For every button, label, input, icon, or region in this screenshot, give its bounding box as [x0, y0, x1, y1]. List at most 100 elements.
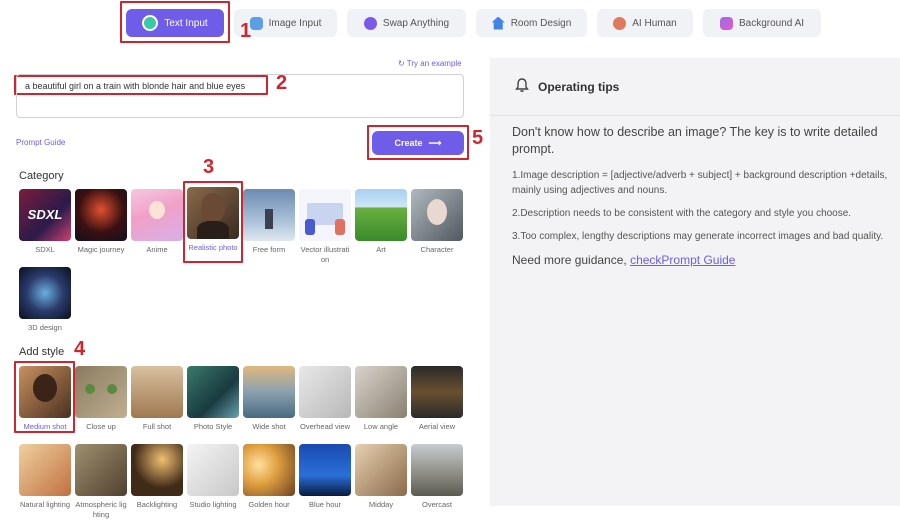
style-item-full-shot[interactable]: Full shot: [131, 366, 183, 432]
anime-thumbnail: [131, 189, 183, 241]
swap-icon: [363, 16, 377, 30]
category-label: Character: [420, 245, 454, 254]
style-item-wide-shot[interactable]: Wide shot: [243, 366, 295, 432]
style-item-blue-hour[interactable]: Blue hour: [299, 444, 351, 510]
style-label: Close up: [86, 422, 116, 431]
style-item-photo-style[interactable]: Photo Style: [187, 366, 239, 432]
style-item-medium-shot[interactable]: Medium shot: [19, 366, 71, 432]
backlighting-thumbnail: [131, 444, 183, 496]
style-item-natural-lighting[interactable]: Natural lighting: [19, 444, 71, 510]
style-label: Golden hour: [248, 500, 290, 509]
style-label: Wide shot: [252, 422, 286, 431]
blue-hour-thumbnail: [299, 444, 351, 496]
overcast-thumbnail: [411, 444, 463, 496]
annotation-4: 4: [74, 338, 86, 360]
category-item-art[interactable]: Art: [355, 189, 407, 255]
photo-style-thumbnail: [187, 366, 239, 418]
tips-lead: Don't know how to describe an image? The…: [512, 125, 878, 156]
create-label: Create: [394, 138, 423, 148]
try-example-link[interactable]: ↻ Try an example: [398, 59, 462, 68]
image-input-icon: [249, 16, 263, 30]
try-example-label: Try an example: [406, 59, 462, 68]
style-label: Atmospheric lighting: [75, 500, 127, 519]
tab-label: Image Input: [268, 17, 322, 29]
overhead-view-thumbnail: [299, 366, 351, 418]
style-title: Add style: [19, 346, 65, 358]
create-button[interactable]: Create ⟶: [372, 131, 464, 155]
natural-lighting-thumbnail: [19, 444, 71, 496]
style-label: Aerial view: [418, 422, 456, 431]
tab-text-input[interactable]: Text Input: [126, 9, 224, 37]
character-thumbnail: [411, 189, 463, 241]
style-label: Natural lighting: [19, 500, 71, 509]
style-label: Photo Style: [193, 422, 233, 431]
close-up-thumbnail: [75, 366, 127, 418]
more-guidance-text: Need more guidance,: [512, 253, 631, 267]
prompt-guide-link[interactable]: Prompt Guide: [16, 138, 65, 147]
midday-thumbnail: [355, 444, 407, 496]
background-icon: [719, 16, 733, 30]
sdxl-thumb-text: SDXL: [27, 207, 63, 222]
category-item-3d-design[interactable]: 3D design: [19, 267, 71, 333]
style-item-overcast[interactable]: Overcast: [411, 444, 463, 510]
low-angle-thumbnail: [355, 366, 407, 418]
category-label: Vector illustration: [300, 245, 350, 264]
style-label: Studio lighting: [189, 500, 237, 509]
style-label: Low angle: [363, 422, 399, 431]
refresh-icon: ↻: [398, 59, 405, 68]
annotation-5: 5: [472, 127, 484, 149]
category-label: Magic journey: [77, 245, 125, 254]
tip-item: 2.Description needs to be consistent wit…: [512, 208, 852, 219]
style-label-selected: Medium shot: [23, 422, 67, 431]
style-item-low-angle[interactable]: Low angle: [355, 366, 407, 432]
text-input-icon: [142, 15, 159, 31]
tab-label: Background AI: [738, 17, 805, 29]
category-item-free-form[interactable]: Free form: [243, 189, 295, 255]
prompt-text: a beautiful girl on a train with blonde …: [25, 81, 246, 91]
annotation-3: 3: [203, 156, 215, 178]
style-item-golden-hour[interactable]: Golden hour: [243, 444, 295, 510]
vector-illustration-thumbnail: [299, 189, 351, 241]
category-label: Art: [376, 245, 386, 254]
tips-body: Don't know how to describe an image? The…: [512, 124, 892, 269]
category-item-vector-illustration[interactable]: Vector illustration: [299, 189, 351, 265]
style-item-overhead-view[interactable]: Overhead view: [299, 366, 351, 432]
category-item-sdxl[interactable]: SDXL SDXL: [19, 189, 71, 255]
human-icon: [613, 16, 627, 30]
style-item-backlighting[interactable]: Backlighting: [131, 444, 183, 510]
annotation-1: 1: [240, 20, 252, 42]
style-label: Backlighting: [136, 500, 178, 509]
style-item-studio-lighting[interactable]: Studio lighting: [187, 444, 239, 510]
category-label: 3D design: [28, 323, 62, 332]
realistic-photo-thumbnail: [187, 187, 239, 239]
tab-background-ai[interactable]: Background AI: [703, 9, 821, 37]
free-form-thumbnail: [243, 189, 295, 241]
style-item-close-up[interactable]: Close up: [75, 366, 127, 432]
style-item-aerial-view[interactable]: Aerial view: [411, 366, 463, 432]
tab-swap-anything[interactable]: Swap Anything: [347, 9, 466, 37]
style-item-atmospheric-lighting[interactable]: Atmospheric lighting: [75, 444, 127, 520]
style-label: Blue hour: [308, 500, 342, 509]
art-thumbnail: [355, 189, 407, 241]
prompt-textarea[interactable]: a beautiful girl on a train with blonde …: [16, 74, 464, 118]
category-label: Anime: [146, 245, 168, 254]
check-prompt-guide-link[interactable]: checkPrompt Guide: [630, 253, 735, 267]
tab-room-design[interactable]: Room Design: [476, 9, 587, 37]
tip-item: 1.Image description = [adjective/adverb …: [512, 170, 888, 196]
tab-ai-human[interactable]: AI Human: [597, 9, 693, 37]
category-item-realistic-photo[interactable]: Realistic photo: [187, 187, 239, 253]
category-item-magic-journey[interactable]: Magic journey: [75, 189, 127, 255]
studio-lighting-thumbnail: [187, 444, 239, 496]
sdxl-thumbnail: SDXL: [19, 189, 71, 241]
aerial-view-thumbnail: [411, 366, 463, 418]
more-guidance: Need more guidance, checkPrompt Guide: [512, 252, 892, 269]
category-label: SDXL: [35, 245, 55, 254]
category-item-character[interactable]: Character: [411, 189, 463, 255]
tips-header: Operating tips: [490, 58, 900, 116]
category-item-anime[interactable]: Anime: [131, 189, 183, 255]
golden-hour-thumbnail: [243, 444, 295, 496]
style-label: Overcast: [421, 500, 452, 509]
tab-label: AI Human: [632, 17, 677, 29]
style-item-midday[interactable]: Midday: [355, 444, 407, 510]
home-icon: [491, 16, 505, 30]
